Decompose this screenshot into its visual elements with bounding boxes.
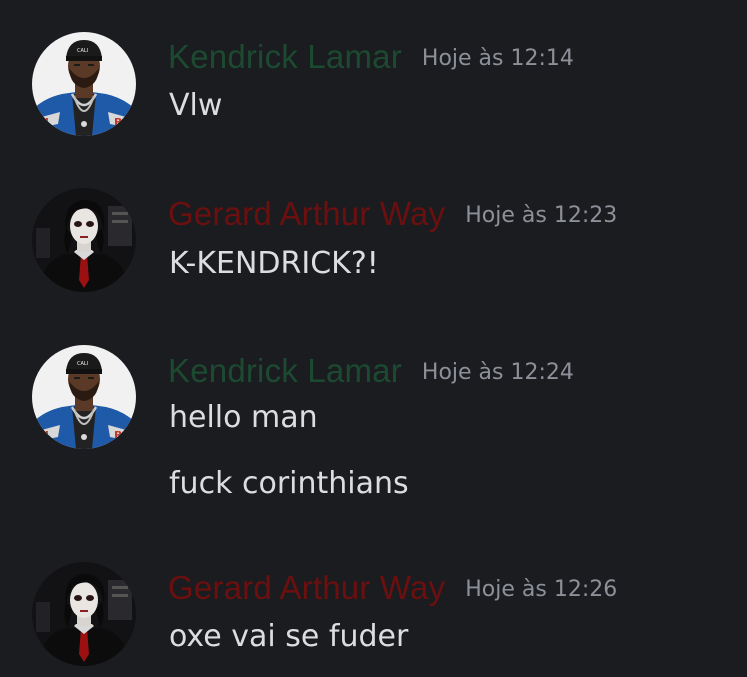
- message-header: Kendrick Lamar Hoje às 12:24: [168, 352, 574, 390]
- message-text: Vlw: [169, 88, 223, 123]
- message-text: oxe vai se fuder: [169, 619, 409, 654]
- gerard-avatar[interactable]: [32, 188, 136, 292]
- message-header: Gerard Arthur Way Hoje às 12:23: [168, 195, 617, 233]
- gerard-avatar[interactable]: [32, 562, 136, 666]
- message-text: hello man: [169, 400, 318, 435]
- message-text: fuck corinthians: [169, 466, 409, 501]
- author-name[interactable]: Gerard Arthur Way: [168, 195, 445, 232]
- message-timestamp[interactable]: Hoje às 12:14: [422, 46, 574, 71]
- message-header: Kendrick Lamar Hoje às 12:14: [168, 38, 574, 76]
- chat-message-list: Kendrick Lamar Hoje às 12:14 Vlw Gerard A…: [0, 0, 747, 677]
- message-text: K-KENDRICK?!: [169, 246, 379, 281]
- message-timestamp[interactable]: Hoje às 12:26: [465, 577, 617, 602]
- author-name[interactable]: Gerard Arthur Way: [168, 569, 445, 606]
- kendrick-avatar[interactable]: [32, 345, 136, 449]
- message-timestamp[interactable]: Hoje às 12:24: [422, 360, 574, 385]
- author-name[interactable]: Kendrick Lamar: [168, 38, 402, 75]
- kendrick-avatar[interactable]: [32, 32, 136, 136]
- message-header: Gerard Arthur Way Hoje às 12:26: [168, 569, 617, 607]
- message-timestamp[interactable]: Hoje às 12:23: [465, 203, 617, 228]
- author-name[interactable]: Kendrick Lamar: [168, 352, 402, 389]
